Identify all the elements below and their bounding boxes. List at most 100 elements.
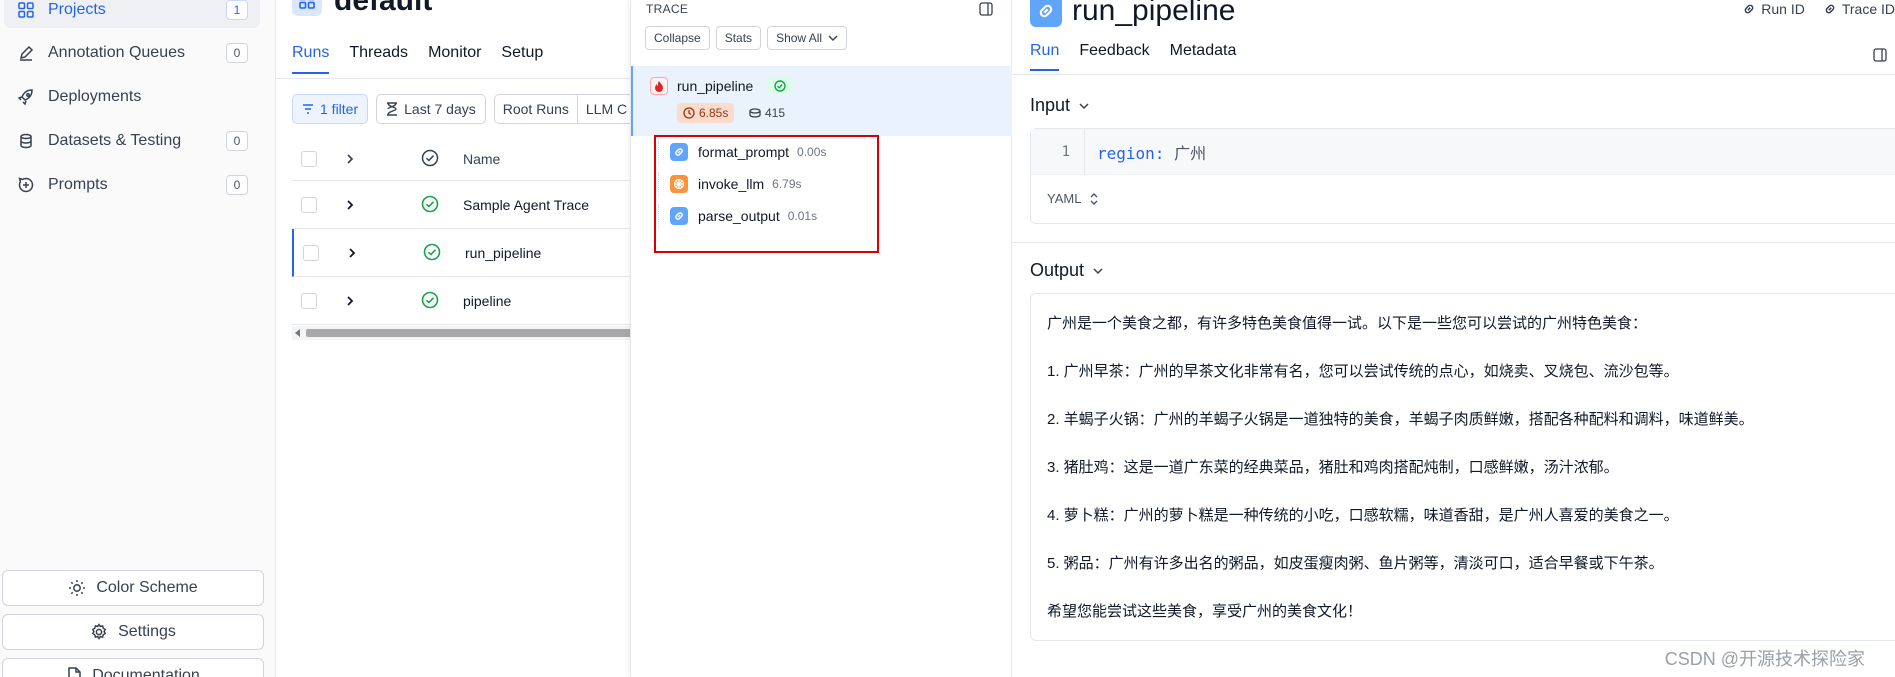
sidebar-item-projects[interactable]: Projects 1 xyxy=(4,0,260,28)
sidebar-item-annotation-queues[interactable]: Annotation Queues 0 xyxy=(4,35,260,71)
root-runs-option[interactable]: Root Runs xyxy=(495,95,577,123)
tab-monitor[interactable]: Monitor xyxy=(428,44,481,74)
run-detail-panel: run_pipeline Run ID Trace ID Run Feedbac… xyxy=(1012,0,1895,677)
trace-label: TRACE xyxy=(646,2,689,16)
format-selector[interactable]: YAML xyxy=(1047,191,1099,206)
pen-icon xyxy=(16,43,36,63)
column-name-header[interactable]: Name xyxy=(463,151,500,167)
run-id-link[interactable]: Run ID xyxy=(1742,1,1805,17)
app-window: Projects 1 Annotation Queues 0 Deploymen… xyxy=(0,0,1895,677)
expand-row-icon[interactable] xyxy=(345,295,359,307)
rocket-icon xyxy=(16,87,36,107)
chevron-up-down-icon xyxy=(1089,192,1099,206)
latency-badge: 6.85s xyxy=(677,103,735,123)
trace-root-run[interactable]: run_pipeline 6.85s 415 xyxy=(631,66,1013,136)
sidebar-item-label: Deployments xyxy=(48,88,142,105)
input-heading: Input xyxy=(1030,95,1071,115)
project-title: default xyxy=(334,0,433,17)
color-scheme-button[interactable]: Color Scheme xyxy=(2,570,264,606)
run-name: run_pipeline xyxy=(465,244,542,261)
chevron-down-icon xyxy=(828,34,838,42)
row-checkbox[interactable] xyxy=(303,244,319,261)
clock-icon xyxy=(683,107,695,119)
date-range-button[interactable]: Last 7 days xyxy=(376,94,486,124)
code-text: region: 广州 xyxy=(1085,140,1206,164)
tab-runs[interactable]: Runs xyxy=(292,44,330,74)
sidebar-item-label: Annotation Queues xyxy=(48,44,185,61)
collapse-button[interactable]: Collapse xyxy=(645,26,710,50)
expand-row-icon[interactable] xyxy=(345,199,359,211)
database-icon xyxy=(16,131,36,151)
stats-button[interactable]: Stats xyxy=(715,26,762,50)
documentation-button[interactable]: Documentation xyxy=(2,658,264,677)
filter-button[interactable]: 1 filter xyxy=(292,94,369,124)
color-scheme-label: Color Scheme xyxy=(96,579,198,596)
input-section-header[interactable]: Input xyxy=(1030,95,1090,116)
sidebar-item-datasets[interactable]: Datasets & Testing 0 xyxy=(4,123,260,159)
tab-metadata[interactable]: Metadata xyxy=(1170,42,1237,71)
table-row[interactable]: pipeline xyxy=(292,277,632,325)
sidebar-item-deployments[interactable]: Deployments xyxy=(4,79,260,115)
prompt-icon xyxy=(16,175,36,195)
count-badge: 1 xyxy=(226,0,248,20)
run-name: pipeline xyxy=(463,292,512,309)
success-icon xyxy=(421,195,441,215)
settings-button[interactable]: Settings xyxy=(2,614,264,650)
section-divider xyxy=(1012,242,1895,243)
output-line: 2. 羊蝎子火锅：广州的羊蝎子火锅是一道独特的美食，羊蝎子肉质鲜嫩，搭配各种配料… xyxy=(1047,411,1754,428)
sidebar-item-label: Prompts xyxy=(48,176,108,193)
code-line[interactable]: 1 region: 广州 xyxy=(1031,128,1895,175)
scrollbar-thumb[interactable] xyxy=(306,329,632,337)
filter-label: 1 filter xyxy=(320,101,359,117)
success-icon xyxy=(423,243,443,263)
sun-icon xyxy=(68,579,86,597)
tab-threads[interactable]: Threads xyxy=(349,44,408,74)
tabs-divider xyxy=(1012,74,1895,75)
table-header: Name xyxy=(292,137,632,181)
output-line: 希望您能尝试这些美食，享受广州的美食文化！ xyxy=(1047,603,1363,620)
output-section-header[interactable]: Output xyxy=(1030,260,1104,281)
run-name: Sample Agent Trace xyxy=(463,196,590,213)
select-all-checkbox[interactable] xyxy=(301,150,317,167)
id-links: Run ID Trace ID xyxy=(1742,1,1895,17)
sidebar-item-prompts[interactable]: Prompts 0 xyxy=(4,167,260,203)
trace-panel: TRACE Collapse Stats Show All run_pipeli… xyxy=(630,0,1013,677)
output-heading: Output xyxy=(1030,260,1085,280)
count-badge: 0 xyxy=(226,43,248,63)
row-checkbox[interactable] xyxy=(301,292,317,309)
trace-toolbar: Collapse Stats Show All xyxy=(645,26,848,50)
token-value: 415 xyxy=(765,106,786,120)
date-range-label: Last 7 days xyxy=(404,101,476,117)
output-line: 1. 广州早茶：广州的早茶文化非常有名，您可以尝试传统的点心，如烧卖、叉烧包、流… xyxy=(1047,363,1679,380)
sidebar-item-label: Projects xyxy=(48,1,106,18)
show-all-label: Show All xyxy=(776,31,823,45)
chevron-down-icon xyxy=(1078,102,1090,110)
tab-feedback[interactable]: Feedback xyxy=(1079,42,1149,71)
tab-run[interactable]: Run xyxy=(1030,42,1060,71)
panel-toggle-icon[interactable] xyxy=(979,2,993,16)
show-all-dropdown[interactable]: Show All xyxy=(767,26,848,50)
output-line: 广州是一个美食之都，有许多特色美食值得一试。以下是一些您可以尝试的广州特色美食： xyxy=(1047,315,1648,332)
run-type-toggle: Root Runs LLM C xyxy=(493,94,637,124)
row-checkbox[interactable] xyxy=(301,196,317,213)
run-type-icon xyxy=(650,77,668,95)
output-line: 5. 粥品：广州有许多出名的粥品，如皮蛋瘦肉粥、鱼片粥等，清淡可口，适合早餐或下… xyxy=(1047,555,1664,572)
scroll-left-arrow-icon[interactable] xyxy=(295,329,300,337)
horizontal-scrollbar[interactable] xyxy=(292,326,632,340)
code-value: 广州 xyxy=(1174,143,1207,163)
trace-id-link[interactable]: Trace ID xyxy=(1823,1,1895,17)
expand-all-icon[interactable] xyxy=(345,153,359,165)
table-row-selected[interactable]: run_pipeline xyxy=(292,229,632,277)
sidebar-toggle-icon[interactable] xyxy=(1873,48,1889,64)
table-row[interactable]: Sample Agent Trace xyxy=(292,181,632,229)
link-icon xyxy=(1742,2,1756,16)
tab-setup[interactable]: Setup xyxy=(501,44,543,74)
status-column-icon xyxy=(421,149,441,169)
count-badge: 0 xyxy=(226,131,248,151)
expand-row-icon[interactable] xyxy=(347,247,361,259)
format-label: YAML xyxy=(1047,191,1082,206)
success-status-icon xyxy=(767,77,793,94)
llm-calls-option[interactable]: LLM C xyxy=(576,95,635,123)
sidebar-item-label: Datasets & Testing xyxy=(48,132,182,149)
input-code-block: 1 region: 广州 YAML xyxy=(1030,128,1895,224)
